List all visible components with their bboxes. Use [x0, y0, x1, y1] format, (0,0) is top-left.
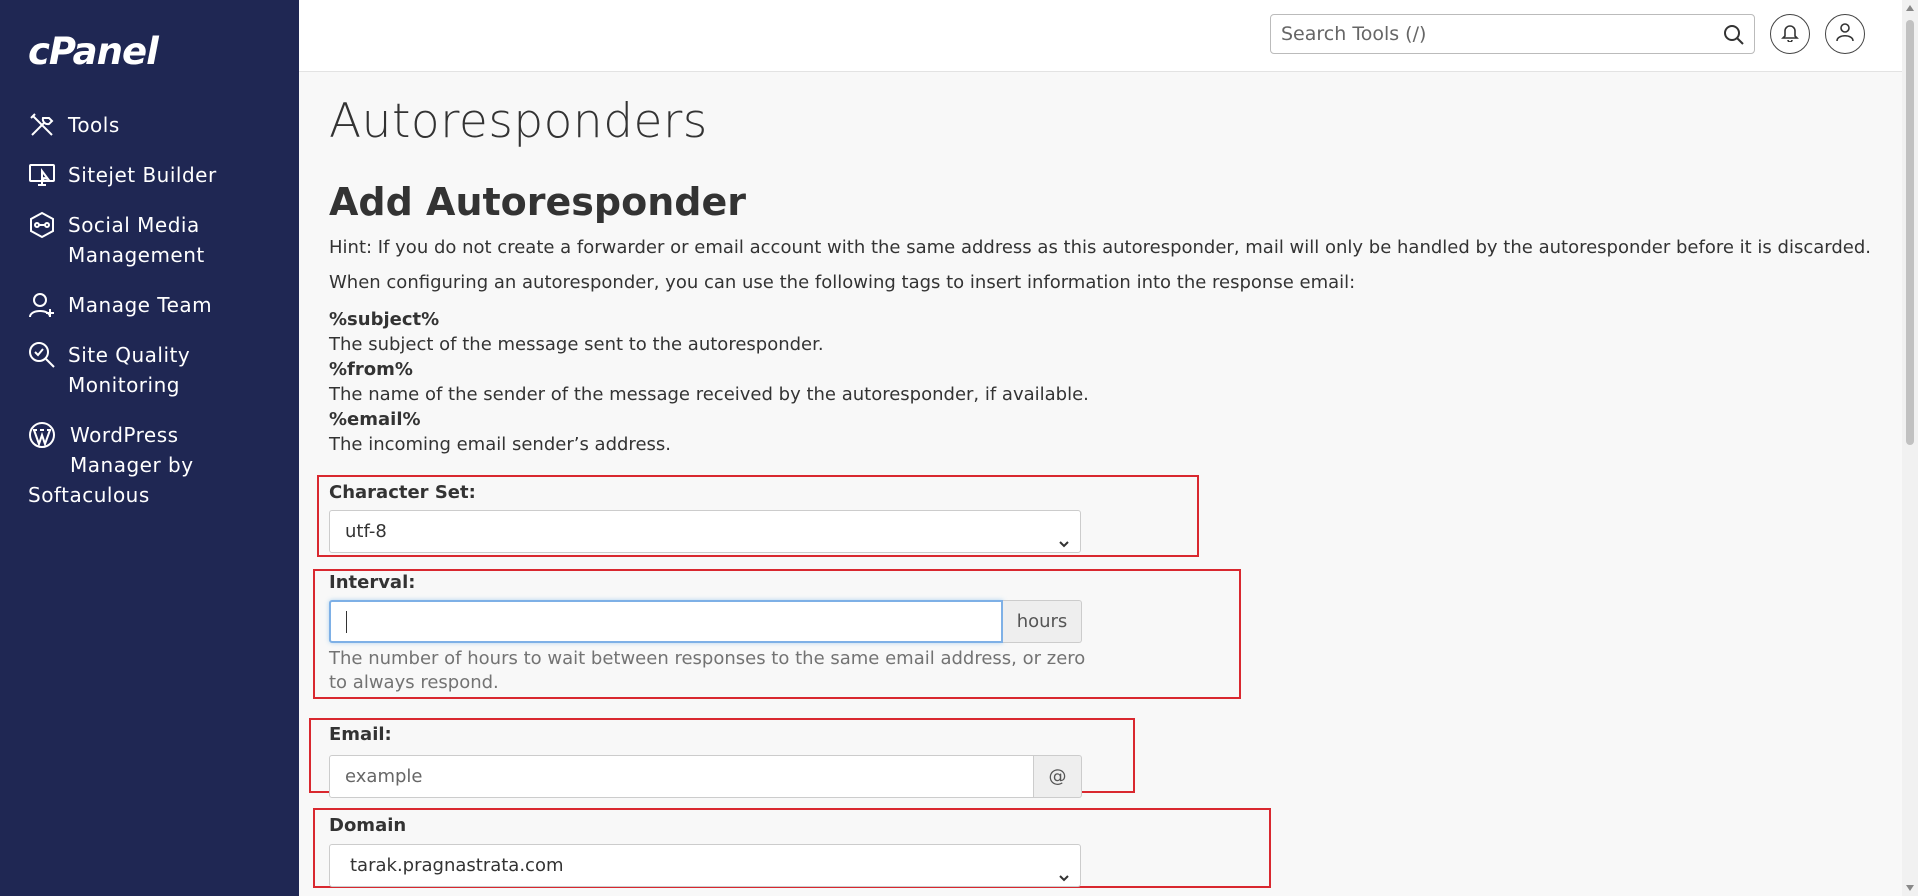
wordpress-icon: [28, 420, 60, 450]
user-menu-button[interactable]: [1825, 14, 1865, 54]
site-quality-icon: [28, 340, 60, 370]
search-icon[interactable]: [1723, 24, 1745, 46]
tag-name: %from%: [329, 359, 413, 380]
interval-label: Interval:: [329, 572, 416, 593]
domain-value: tarak.pragnastrata.com: [350, 855, 564, 876]
domain-label: Domain: [329, 815, 407, 836]
sidebar-item-label: Tools: [68, 113, 120, 137]
email-label: Email:: [329, 724, 392, 745]
page-title: Autoresponders: [329, 94, 708, 149]
sidebar-item-site-quality[interactable]: Site Quality Monitoring: [0, 340, 299, 400]
charset-select[interactable]: utf-8: [329, 510, 1081, 553]
email-input[interactable]: example: [329, 755, 1034, 798]
notifications-button[interactable]: [1770, 14, 1810, 54]
tag-description: The incoming email sender’s address.: [329, 434, 671, 455]
sidebar-item-label: Sitejet Builder: [68, 163, 217, 187]
page-scrollbar[interactable]: [1902, 0, 1918, 896]
sitejet-icon: [28, 160, 60, 190]
hint-text: Hint: If you do not create a forwarder o…: [329, 237, 1871, 258]
tools-icon: [28, 110, 60, 140]
top-bar: [299, 0, 1902, 72]
tag-description: The name of the sender of the message re…: [329, 384, 1089, 405]
cpanel-logo[interactable]: cPanel: [28, 30, 159, 73]
manage-team-icon: [28, 290, 60, 320]
sidebar: cPanel Tools Sitejet Builder Social Medi…: [0, 0, 299, 896]
sidebar-item-label: Site Quality Monitoring: [68, 343, 191, 397]
interval-input-group: hours: [329, 600, 1082, 643]
bell-icon: [1780, 22, 1800, 46]
tag-name: %email%: [329, 409, 421, 430]
charset-value: utf-8: [345, 521, 387, 542]
sidebar-item-label: Social Media Management: [68, 213, 205, 267]
sidebar-item-sitejet[interactable]: Sitejet Builder: [0, 160, 299, 190]
sidebar-item-social-media[interactable]: Social Media Management: [0, 210, 299, 270]
chevron-down-icon: [1057, 525, 1071, 548]
domain-select[interactable]: tarak.pragnastrata.com: [329, 844, 1081, 887]
sidebar-nav: Tools Sitejet Builder Social Media Manage…: [0, 110, 299, 530]
tags-intro: When configuring an autoresponder, you c…: [329, 272, 1356, 293]
sidebar-item-label: WordPress Manager by: [70, 423, 194, 477]
interval-help-text: The number of hours to wait between resp…: [329, 648, 1086, 693]
interval-input[interactable]: [329, 600, 1003, 643]
search-input[interactable]: [1271, 15, 1711, 53]
section-title: Add Autoresponder: [329, 180, 746, 224]
hours-addon: hours: [1003, 600, 1082, 643]
scroll-up-arrow-icon[interactable]: [1906, 5, 1914, 11]
sidebar-item-label: Softaculous: [28, 483, 150, 507]
sidebar-item-wordpress[interactable]: WordPress Manager by Softaculous: [0, 420, 299, 510]
scrollbar-thumb[interactable]: [1906, 20, 1914, 445]
charset-label: Character Set:: [329, 482, 476, 503]
scroll-down-arrow-icon[interactable]: [1906, 885, 1914, 891]
at-sign-addon: @: [1034, 755, 1082, 798]
email-input-group: example @: [329, 755, 1082, 798]
search-box: [1270, 14, 1755, 54]
text-cursor: [346, 610, 347, 633]
tag-name: %subject%: [329, 309, 440, 330]
user-icon: [1835, 22, 1855, 46]
sidebar-item-tools[interactable]: Tools: [0, 110, 299, 140]
tag-description: The subject of the message sent to the a…: [329, 334, 824, 355]
sidebar-item-label: Manage Team: [68, 293, 213, 317]
chevron-down-icon: [1057, 859, 1071, 882]
social-media-icon: [28, 210, 60, 240]
sidebar-item-manage-team[interactable]: Manage Team: [0, 290, 299, 320]
